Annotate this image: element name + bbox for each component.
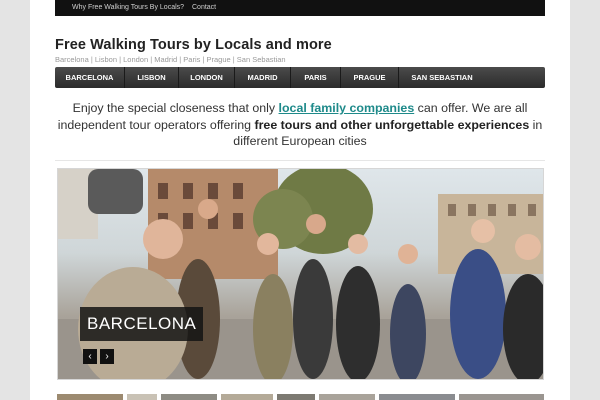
nav-item-madrid[interactable]: MADRID xyxy=(235,67,291,88)
nav-item-san-sebastian[interactable]: SAN SEBASTIAN xyxy=(399,67,485,88)
nav-item-london[interactable]: LONDON xyxy=(179,67,235,88)
thumbnail[interactable] xyxy=(459,394,544,400)
slider-prev-button[interactable]: ‹ xyxy=(83,349,97,364)
nav-item-paris[interactable]: PARIS xyxy=(291,67,341,88)
nav-item-barcelona[interactable]: BARCELONA xyxy=(55,67,125,88)
chevron-left-icon: ‹ xyxy=(88,351,92,362)
topbar-link-contact[interactable]: Contact xyxy=(192,4,216,11)
nav-item-prague[interactable]: PRAGUE xyxy=(341,67,399,88)
thumbnail[interactable] xyxy=(221,394,273,400)
slide-caption: BARCELONA xyxy=(80,307,204,341)
thumbnail[interactable] xyxy=(319,394,375,400)
slider-next-button[interactable]: › xyxy=(100,349,114,364)
nav-item-lisbon[interactable]: LISBON xyxy=(125,67,179,88)
main-nav: BARCELONA LISBON LONDON MADRID PARIS PRA… xyxy=(55,67,545,88)
intro-part-1: Enjoy the special closeness that only xyxy=(72,101,279,115)
intro-bold: free tours and other unforgettable exper… xyxy=(254,117,530,132)
thumbnail[interactable] xyxy=(57,394,123,400)
site-title[interactable]: Free Walking Tours by Locals and more xyxy=(55,37,332,53)
thumbnail[interactable] xyxy=(127,394,157,400)
intro-text: Enjoy the special closeness that only lo… xyxy=(55,100,545,150)
top-bar: Why Free Walking Tours By Locals? Contac… xyxy=(55,0,545,16)
slider-thumbnails xyxy=(57,394,544,400)
thumbnail[interactable] xyxy=(277,394,315,400)
chevron-right-icon: › xyxy=(105,351,109,362)
topbar-link-why-free-tours[interactable]: Why Free Walking Tours By Locals? xyxy=(72,4,184,11)
page: Why Free Walking Tours By Locals? Contac… xyxy=(30,0,570,400)
local-family-companies-link[interactable]: local family companies xyxy=(279,101,415,115)
thumbnail[interactable] xyxy=(161,394,217,400)
slide-photo-illustration xyxy=(58,169,543,379)
site-tagline: Barcelona | Lisbon | London | Madrid | P… xyxy=(55,55,286,64)
divider xyxy=(55,160,545,161)
image-slider[interactable]: BARCELONA ‹ › xyxy=(57,168,544,380)
thumbnail[interactable] xyxy=(379,394,455,400)
